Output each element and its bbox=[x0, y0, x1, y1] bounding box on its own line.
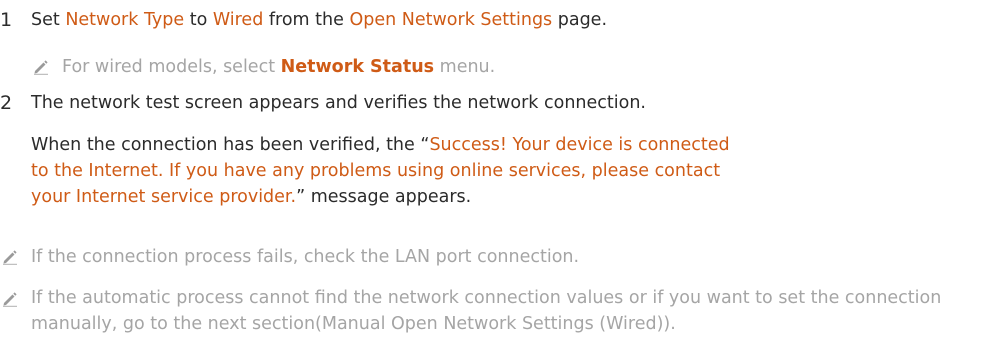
pencil-icon bbox=[3, 250, 17, 265]
menu-term-network-status: Network Status bbox=[280, 57, 435, 77]
pencil-icon bbox=[3, 292, 17, 307]
text-segment: to bbox=[184, 10, 213, 30]
step-number: 2 bbox=[0, 92, 13, 114]
step-number: 1 bbox=[0, 9, 13, 31]
step-1-note: For wired models, select Network Status … bbox=[62, 55, 495, 79]
note-manual-settings: If the automatic process cannot find the… bbox=[31, 288, 942, 334]
note-text: menu. bbox=[434, 57, 496, 77]
step-2-detail: When the connection has been verified, t… bbox=[31, 132, 731, 210]
menu-term-open-network-settings: Open Network Settings bbox=[349, 10, 553, 30]
step-2: 2 The network test screen appears and ve… bbox=[0, 91, 960, 115]
note-connection-fails: If the connection process fails, check t… bbox=[31, 247, 580, 267]
menu-term-network-type: Network Type bbox=[65, 10, 185, 30]
text-segment: from the bbox=[263, 10, 350, 30]
note-text: For wired models, select bbox=[62, 57, 281, 77]
detail-text: ” message appears. bbox=[296, 187, 472, 207]
menu-term-wired: Wired bbox=[212, 10, 264, 30]
text-segment: Set bbox=[31, 10, 66, 30]
step-text: The network test screen appears and veri… bbox=[31, 93, 646, 113]
step-text: Set Network Type to Wired from the Open … bbox=[31, 8, 607, 32]
step-1: 1 Set Network Type to Wired from the Ope… bbox=[0, 8, 960, 32]
detail-text: When the connection has been verified, t… bbox=[31, 135, 430, 155]
text-segment: page. bbox=[552, 10, 608, 30]
pencil-icon bbox=[34, 60, 48, 75]
instruction-page: 1 Set Network Type to Wired from the Ope… bbox=[0, 0, 990, 339]
